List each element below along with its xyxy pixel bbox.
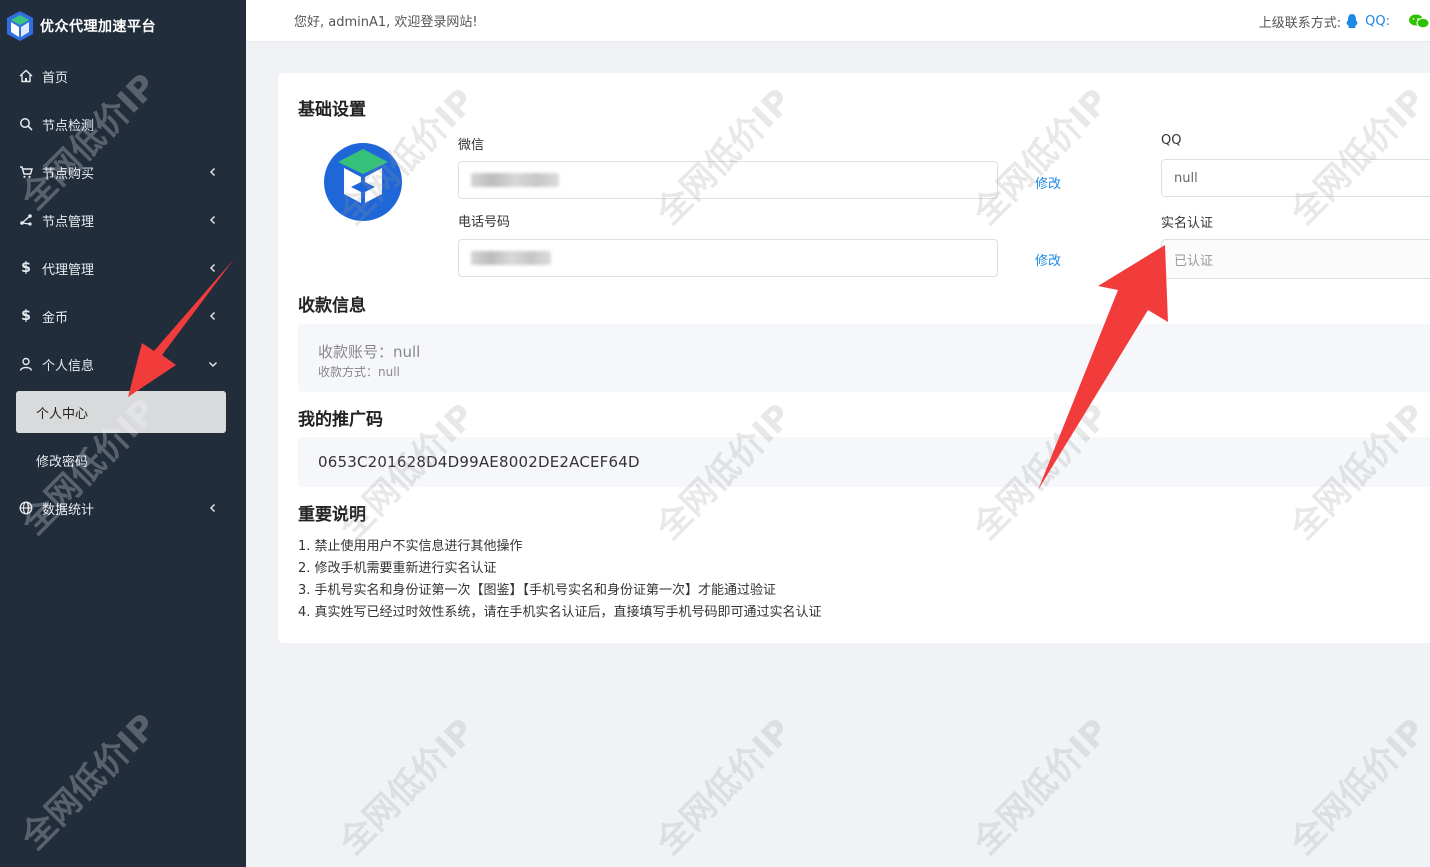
sidebar-subitem-personal-center[interactable]: 个人中心 [16,391,226,433]
user-icon [18,356,34,372]
avatar [324,143,402,221]
sidebar-subitem-change-password[interactable]: 修改密码 [0,436,246,484]
chevron-left-icon [210,216,215,224]
greeting-text: 您好, adminA1, 欢迎登录网站! [294,15,478,30]
qq-value: null [1174,170,1198,186]
node-icon [18,212,34,228]
chevron-left-icon [210,312,215,320]
sidebar: 优众代理加速平台 首页 节点检测 节点购买 节点管理 $ 代理管理 $ 金币 个… [0,0,246,867]
edit-phone-link[interactable]: 修改 [1035,250,1061,269]
sidebar-item-label: 首页 [42,70,69,86]
sidebar-item-label: 金币 [42,310,69,326]
watermark: 全网低价IP [965,711,1117,863]
note-item: 2. 修改手机需要重新进行实名认证 [298,561,497,576]
brand-title: 优众代理加速平台 [40,19,156,35]
sidebar-item-node-buy[interactable]: 节点购买 [0,148,246,196]
qq-label: QQ [1161,133,1182,148]
sidebar-item-label: 节点管理 [42,214,95,230]
watermark: 全网低价IP [331,711,483,863]
payment-method: 收款方式：null [318,365,400,379]
qq-contact-link[interactable]: QQ: [1365,14,1390,29]
promo-code-box[interactable]: 0653C201628D4D99AE8002DE2ACEF64D [298,437,1430,487]
wechat-label: 微信 [458,138,485,153]
sidebar-item-node-check[interactable]: 节点检测 [0,100,246,148]
cart-icon [18,164,34,180]
chevron-left-icon [210,168,215,176]
brand[interactable]: 优众代理加速平台 [0,0,246,52]
sidebar-menu: 首页 节点检测 节点购买 节点管理 $ 代理管理 $ 金币 个人信息 [0,52,246,388]
qq-field[interactable]: null [1161,159,1430,197]
globe-icon [18,500,34,516]
note-item: 3. 手机号实名和身份证第一次【图鉴】【手机号实名和身份证第一次】才能通过验证 [298,583,777,598]
brand-cube-icon [7,11,33,41]
note-item: 1. 禁止使用用户不实信息进行其他操作 [298,539,523,554]
realname-label: 实名认证 [1161,216,1214,231]
phone-value-redacted [471,251,551,265]
chevron-left-icon [210,504,215,512]
superior-contact: 上级联系方式: QQ: [1259,0,1430,42]
contact-label: 上级联系方式: [1258,15,1342,31]
payment-account: 收款账号：null [318,343,421,361]
sidebar-menu-bottom: 数据统计 [0,484,246,532]
wechat-field[interactable] [458,161,998,199]
sidebar-item-label: 个人信息 [42,358,95,374]
dollar-icon: $ [21,260,31,276]
dollar-icon: $ [21,308,31,324]
basic-settings-title: 基础设置 [298,100,366,120]
phone-label: 电话号码 [458,215,511,230]
personal-info-submenu: 个人中心 修改密码 [0,391,246,484]
chevron-left-icon [210,264,215,272]
wechat-value-redacted [471,173,559,187]
sidebar-item-coins[interactable]: $ 金币 [0,292,246,340]
chevron-down-icon [209,362,217,367]
important-notes-title: 重要说明 [298,505,366,525]
realname-field: 已认证 [1161,239,1430,279]
sidebar-item-personal-info[interactable]: 个人信息 [0,340,246,388]
qq-penguin-icon [1346,14,1358,28]
sidebar-item-proxy-manage[interactable]: $ 代理管理 [0,244,246,292]
watermark: 全网低价IP [1282,711,1430,863]
sidebar-item-label: 节点购买 [42,166,95,182]
sidebar-item-data-stats[interactable]: 数据统计 [0,484,246,532]
sidebar-item-label: 节点检测 [42,118,95,134]
watermark: 全网低价IP [648,711,800,863]
promo-code-title: 我的推广码 [298,410,383,430]
sidebar-item-node-manage[interactable]: 节点管理 [0,196,246,244]
phone-field[interactable] [458,239,998,277]
search-icon [18,116,34,132]
personal-center-card: 基础设置 微信 修改 电话号码 修改 QQ null 实名认证 已认证 收款信息… [278,73,1430,643]
topbar: 您好, adminA1, 欢迎登录网站! 上级联系方式: QQ: [246,0,1430,42]
sidebar-item-label: 代理管理 [42,262,95,278]
important-notes-list: 1. 禁止使用用户不实信息进行其他操作 2. 修改手机需要重新进行实名认证 3.… [298,536,822,624]
sidebar-item-label: 数据统计 [42,502,95,518]
edit-wechat-link[interactable]: 修改 [1035,173,1061,192]
realname-status: 已认证 [1174,253,1214,269]
sidebar-item-home[interactable]: 首页 [0,52,246,100]
payment-info-box: 收款账号：null 收款方式：null [298,324,1430,392]
promo-code-value: 0653C201628D4D99AE8002DE2ACEF64D [318,453,640,471]
home-icon [18,68,34,84]
payment-info-title: 收款信息 [298,296,366,316]
note-item: 4. 真实姓写已经过时效性系统，请在手机实名认证后，直接填写手机号码即可通过实名… [298,605,822,620]
wechat-icon[interactable] [1408,13,1430,29]
